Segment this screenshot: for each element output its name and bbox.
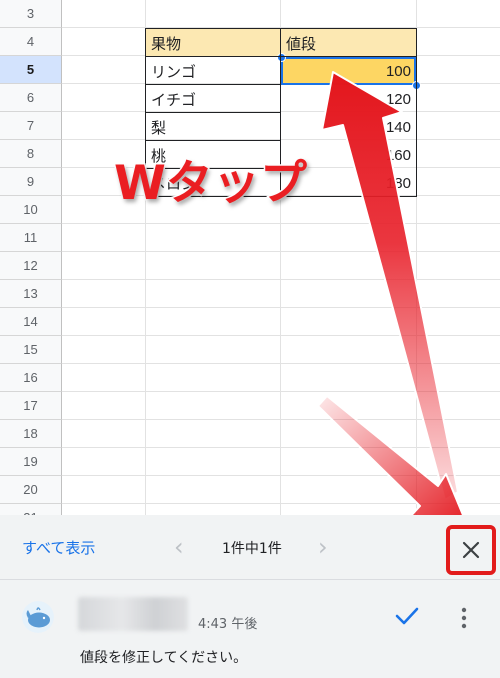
more-vert-icon xyxy=(461,607,467,629)
row-header-6[interactable]: 6 xyxy=(0,84,62,112)
gridline xyxy=(62,335,500,336)
comment-panel: すべて表示 ‹ 1件中1件 › 4:43 午後 値段を修正してください。 xyxy=(0,515,500,678)
close-icon xyxy=(462,541,480,559)
gridline xyxy=(62,503,500,504)
gridline xyxy=(62,419,500,420)
row-header-14[interactable]: 14 xyxy=(0,308,62,336)
comment-time: 4:43 午後 xyxy=(198,617,258,632)
close-button[interactable] xyxy=(446,525,496,575)
table-divider xyxy=(145,168,280,169)
table-divider xyxy=(145,140,280,141)
row-header-5[interactable]: 5 xyxy=(0,56,62,84)
table-divider xyxy=(280,28,281,197)
show-all-link[interactable]: すべて表示 xyxy=(22,537,95,558)
resolve-button[interactable] xyxy=(394,605,420,631)
row-header-12[interactable]: 12 xyxy=(0,252,62,280)
comment-counter: 1件中1件 xyxy=(222,541,282,557)
row-header-19[interactable]: 19 xyxy=(0,448,62,476)
row-header-17[interactable]: 17 xyxy=(0,392,62,420)
row-header-15[interactable]: 15 xyxy=(0,336,62,364)
gridline xyxy=(62,251,500,252)
row-header-4[interactable]: 4 xyxy=(0,28,62,56)
row-header-3[interactable]: 3 xyxy=(0,0,62,28)
row-header-16[interactable]: 16 xyxy=(0,364,62,392)
comment-navbar: すべて表示 ‹ 1件中1件 › xyxy=(0,515,500,579)
table-divider xyxy=(145,84,280,85)
gridline xyxy=(62,363,500,364)
table-divider xyxy=(145,112,280,113)
gridline xyxy=(62,391,500,392)
gridline xyxy=(62,475,500,476)
row-header-11[interactable]: 11 xyxy=(0,224,62,252)
comment-text: 値段を修正してください。 xyxy=(80,650,248,666)
row-header-9[interactable]: 9 xyxy=(0,168,62,196)
row-header-10[interactable]: 10 xyxy=(0,196,62,224)
row-header-20[interactable]: 20 xyxy=(0,476,62,504)
gridline xyxy=(62,447,500,448)
row-header-8[interactable]: 8 xyxy=(0,140,62,168)
spreadsheet-grid[interactable]: 3 4 5 6 7 8 9 10 11 12 13 14 15 16 17 18… xyxy=(0,0,500,515)
table-divider xyxy=(145,56,417,57)
chevron-left-icon[interactable]: ‹ xyxy=(174,533,184,561)
check-icon xyxy=(395,607,419,625)
more-options-button[interactable] xyxy=(459,607,469,633)
commenter-name-blurred xyxy=(78,597,188,631)
gridline xyxy=(62,279,500,280)
row-header-13[interactable]: 13 xyxy=(0,280,62,308)
gridline xyxy=(62,307,500,308)
chevron-right-icon[interactable]: › xyxy=(318,533,328,561)
row-header-18[interactable]: 18 xyxy=(0,420,62,448)
divider xyxy=(0,579,500,580)
avatar xyxy=(22,601,54,633)
gridline xyxy=(62,223,500,224)
row-header-21[interactable]: 21 xyxy=(0,504,62,515)
row-header-7[interactable]: 7 xyxy=(0,112,62,140)
